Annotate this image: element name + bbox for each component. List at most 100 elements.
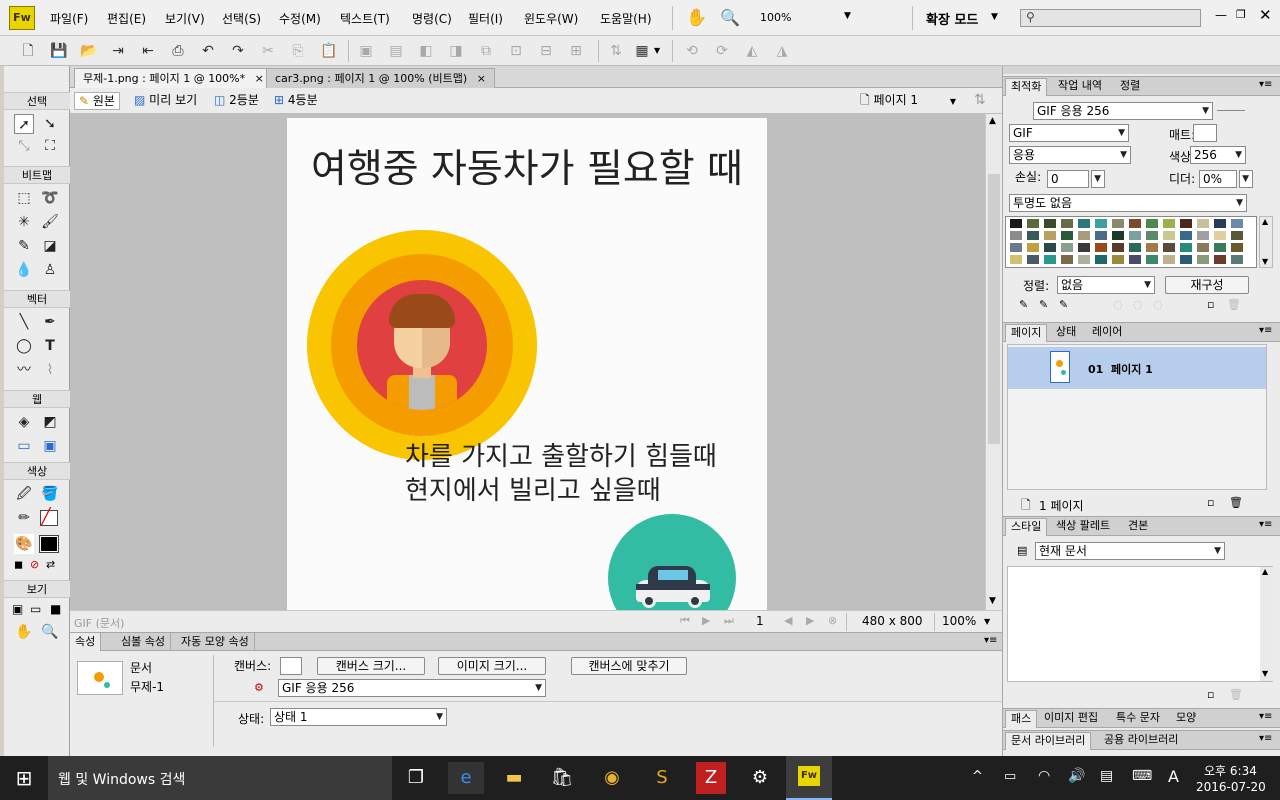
prev-frame-icon[interactable]: ◀ (784, 614, 792, 627)
chevron-down-icon[interactable]: ▼ (844, 11, 851, 21)
menu-filter[interactable]: 필터(I) (468, 10, 503, 27)
intersect-icon[interactable]: ⊡ (508, 43, 524, 59)
palette-swatch[interactable] (1163, 243, 1175, 252)
filezilla-icon[interactable]: Z (696, 762, 726, 794)
clock-date[interactable]: 2016-07-20 (1196, 780, 1266, 794)
canvas-heading[interactable]: 여행중 자동차가 필요할 때 (311, 146, 743, 194)
tab-optimize[interactable]: 최적화 (1005, 78, 1048, 96)
wifi-icon[interactable]: ◠ (1038, 768, 1050, 784)
keyboard-icon[interactable]: ⌨ (1132, 768, 1152, 784)
chevron-up-icon[interactable]: ^ (972, 769, 983, 784)
palette-swatch[interactable] (1078, 219, 1090, 228)
vertical-scrollbar[interactable]: ▲ ▼ (985, 114, 1002, 610)
freeform-tool-icon[interactable]: 〰 (14, 360, 34, 380)
add-page-icon[interactable]: ▫ (1207, 496, 1214, 509)
scroll-up-icon[interactable]: ▲ (989, 116, 996, 126)
stop-icon[interactable]: ⊗ (828, 614, 837, 627)
full-screen-menu-icon[interactable]: ▭ (30, 602, 41, 616)
brush-tool-icon[interactable]: 🖌 (40, 212, 60, 232)
pencil-tool-icon[interactable]: ✎ (14, 236, 34, 256)
car-icon[interactable] (608, 514, 736, 610)
chrome-icon[interactable]: ◉ (594, 762, 630, 794)
state-select[interactable]: 상태 1 ▼ (270, 708, 447, 726)
palette-swatch[interactable] (1231, 243, 1243, 252)
palette-swatch[interactable] (1010, 219, 1022, 228)
palette-swatch[interactable] (1146, 219, 1158, 228)
delete-style-icon[interactable]: 🗑 (1229, 688, 1243, 701)
scroll-down-icon[interactable]: ▼ (989, 596, 996, 606)
scroll-down-icon[interactable]: ▼ (1262, 669, 1268, 678)
avatar-icon[interactable] (357, 280, 487, 410)
panel-menu-icon[interactable]: ▾≡ (1259, 519, 1272, 530)
punch-icon[interactable]: ⊟ (538, 43, 554, 59)
scale-tool-icon[interactable]: ⤡ (14, 136, 34, 156)
palette-swatch[interactable] (1163, 231, 1175, 240)
tab-shapes[interactable]: 모양 (1171, 710, 1201, 728)
palette-swatch[interactable] (1180, 243, 1192, 252)
save-icon[interactable]: 💾 (50, 43, 67, 59)
document-canvas[interactable]: 여행중 자동차가 필요할 때 차를 가지고 출할하기 힘들때 현지에서 빌리고 … (287, 118, 767, 610)
palette-swatch[interactable] (1027, 219, 1039, 228)
document-name[interactable]: 무제-1 (130, 678, 164, 695)
tab-align[interactable]: 정렬 (1115, 78, 1145, 96)
close-icon[interactable]: × (477, 72, 486, 85)
tab-document-1[interactable]: 무제-1.png : 페이지 1 @ 100%* × (74, 68, 273, 88)
taskbar-search[interactable]: 웹 및 Windows 검색 (48, 756, 392, 800)
palette-swatch[interactable] (1010, 231, 1022, 240)
tab-pages[interactable]: 페이지 (1005, 324, 1048, 342)
marquee-tool-icon[interactable]: ⬚ (14, 188, 34, 208)
next-frame-icon[interactable]: ▶ (806, 614, 814, 627)
new-file-icon[interactable]: 🗋 (20, 43, 36, 59)
paint-bucket-icon[interactable]: 🪣 (40, 484, 60, 504)
eraser-tool-icon[interactable]: ◪ (40, 236, 60, 256)
format-select[interactable]: GIF ▼ (1009, 124, 1129, 142)
tab-common-library[interactable]: 공용 라이브러리 (1099, 732, 1183, 750)
chevron-down-icon[interactable]: ▼ (654, 46, 660, 55)
tab-swatches[interactable]: 견본 (1123, 518, 1153, 536)
zoom-value[interactable]: 100% (760, 11, 791, 24)
tab-history[interactable]: 작업 내역 (1053, 78, 1107, 96)
join-icon[interactable]: ◧ (418, 43, 434, 59)
optimize-preset-select[interactable]: GIF 응용 256 ▼ (1033, 102, 1213, 120)
dither-stepper[interactable]: ▼ (1239, 170, 1253, 188)
export-format-select[interactable]: GIF 응용 256 ▼ (278, 679, 546, 697)
palette-swatch[interactable] (1112, 243, 1124, 252)
tab-layers[interactable]: 레이어 (1087, 324, 1127, 342)
open-icon[interactable]: 📂 (80, 43, 97, 59)
palette-swatch[interactable] (1214, 219, 1226, 228)
zoom-tool-icon[interactable]: 🔍 (40, 622, 60, 642)
tab-styles[interactable]: 스타일 (1005, 518, 1048, 536)
rotate-right-icon[interactable]: ⟳ (714, 43, 730, 59)
palette-swatch[interactable] (1112, 231, 1124, 240)
palette-swatch[interactable] (1044, 219, 1056, 228)
redo-icon[interactable]: ↷ (230, 43, 246, 59)
palette-swatch[interactable] (1027, 255, 1039, 264)
view-4up-button[interactable]: ⊞ 4등분 (270, 92, 322, 110)
close-icon[interactable]: ✕ (1259, 6, 1272, 24)
arrange-icon[interactable]: ⇅ (608, 43, 624, 59)
settings-icon[interactable]: ⚙ (742, 762, 778, 794)
fit-canvas-button[interactable]: 캔버스에 맞추기 (571, 657, 687, 675)
tab-autoshape-properties[interactable]: 자동 모양 속성 (176, 633, 255, 651)
play-icon[interactable]: ▶ (702, 614, 710, 627)
loss-stepper[interactable]: ▼ (1091, 170, 1105, 188)
menu-window[interactable]: 윈도우(W) (524, 10, 578, 27)
rebuild-button[interactable]: 재구성 (1165, 276, 1249, 294)
copy-icon[interactable]: ⎘ (290, 43, 306, 59)
palette-swatch[interactable] (1231, 255, 1243, 264)
battery-icon[interactable]: ▭ (1004, 769, 1016, 784)
lasso-tool-icon[interactable]: ➰ (40, 188, 60, 208)
full-screen-icon[interactable]: ■ (50, 602, 61, 616)
ellipse-tool-icon[interactable]: ◯ (14, 336, 34, 356)
eyedropper-icon[interactable]: 🖉 (14, 484, 34, 504)
crop-shape-icon[interactable]: ⊞ (568, 43, 584, 59)
scroll-up-icon[interactable]: ▲ (1262, 567, 1268, 576)
palette-swatch[interactable] (1214, 231, 1226, 240)
page-arrange-icon[interactable]: ⇅ (974, 92, 986, 108)
pointer-tool-icon[interactable]: ➚ (14, 114, 34, 134)
minimize-icon[interactable]: — (1215, 8, 1227, 22)
align-icon[interactable]: ▦ (634, 43, 650, 59)
canvas-size-button[interactable]: 캔버스 크기... (317, 657, 425, 675)
undo-icon[interactable]: ↶ (200, 43, 216, 59)
zoom-readout[interactable]: 100% (942, 614, 976, 628)
